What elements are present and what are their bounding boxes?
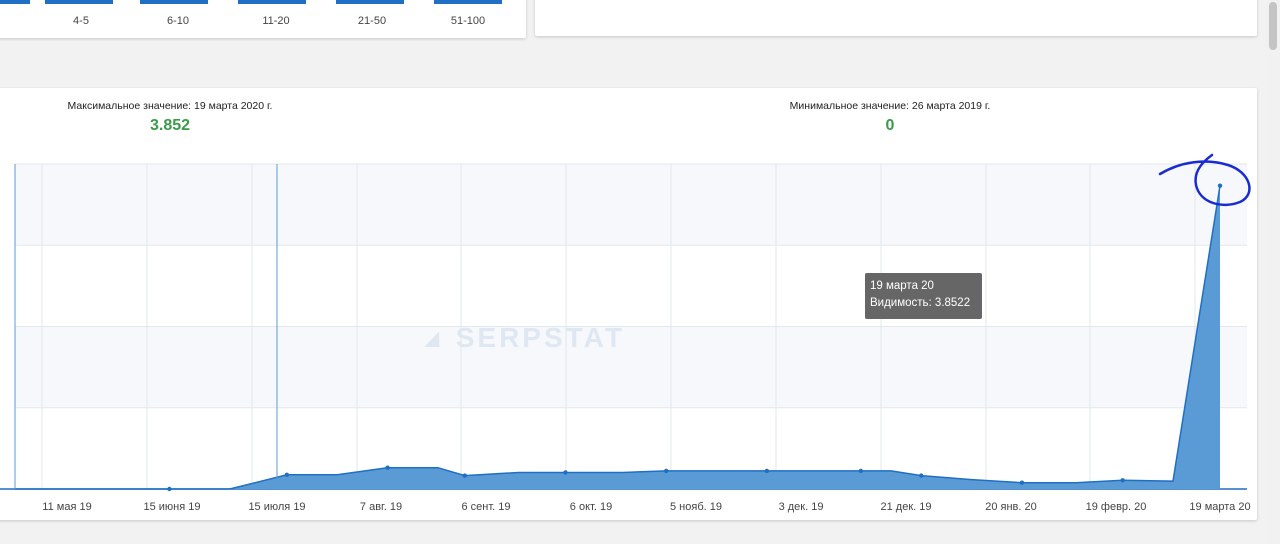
data-point xyxy=(663,468,669,474)
data-point xyxy=(1217,183,1223,188)
x-tick-label: 5 нояб. 19 xyxy=(670,501,722,513)
x-tick-label: 3 дек. 19 xyxy=(779,501,824,513)
data-point xyxy=(284,472,290,478)
x-tick-label: 19 марта 20 xyxy=(1189,501,1250,513)
data-point xyxy=(919,473,924,478)
x-tick-label: 11 мая 19 xyxy=(42,501,91,513)
data-point xyxy=(167,486,172,492)
x-tick-label: 7 авг. 19 xyxy=(360,501,402,513)
tooltip-value: Видимость: 3.8522 xyxy=(870,297,971,309)
data-point xyxy=(563,470,568,475)
tooltip-date: 19 марта 20 xyxy=(870,280,934,292)
x-axis-ticks: 11 мая 19 15 июня 19 15 июля 19 7 авг. 19 6 … xyxy=(42,501,1250,513)
chart-band xyxy=(15,164,1247,246)
serpstat-watermark: ▲SERPSTAT xyxy=(416,322,625,354)
chart-tooltip: 19 марта 20 Видимость: 3.8522 xyxy=(865,273,982,319)
data-point xyxy=(764,468,770,474)
x-tick-label: 15 июня 19 xyxy=(143,501,200,513)
data-point xyxy=(1120,478,1125,483)
x-tick-label: 20 янв. 20 xyxy=(985,501,1037,513)
scrollbar[interactable] xyxy=(1266,0,1280,544)
data-point xyxy=(385,465,390,470)
scrollbar-thumb[interactable] xyxy=(1269,2,1277,50)
x-tick-label: 6 сент. 19 xyxy=(461,501,510,513)
x-tick-label: 6 окт. 19 xyxy=(570,501,612,513)
x-tick-label: 21 дек. 19 xyxy=(881,501,932,513)
chart-band xyxy=(15,326,1247,408)
visibility-chart[interactable]: 11 мая 19 15 июня 19 15 июля 19 7 авг. 19 6 … xyxy=(0,0,1280,544)
x-tick-label: 19 февр. 20 xyxy=(1086,501,1147,513)
x-tick-label: 15 июля 19 xyxy=(248,501,305,513)
data-point xyxy=(858,468,864,474)
data-point xyxy=(462,473,467,478)
data-point xyxy=(1019,480,1025,485)
chart-band xyxy=(15,245,1247,327)
watermark-text: SERPSTAT xyxy=(455,322,625,353)
serpstat-logo-icon: ▲ xyxy=(416,323,459,353)
